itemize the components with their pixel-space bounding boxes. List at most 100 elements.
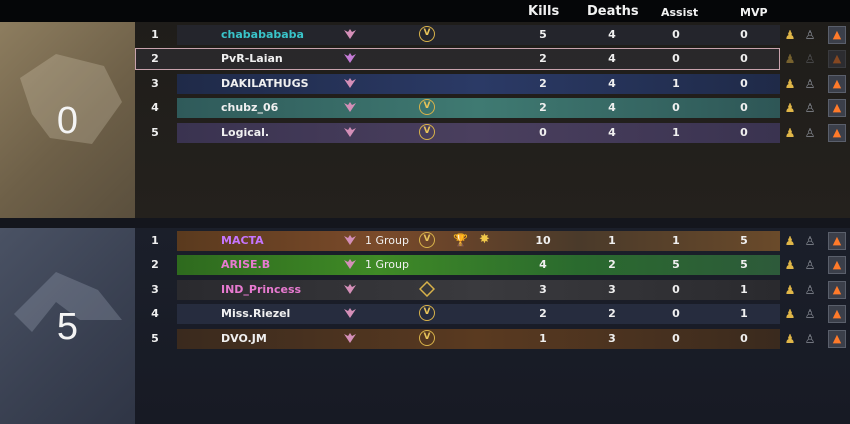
player-deaths: 4 bbox=[608, 52, 616, 65]
diamond-badge-icon bbox=[419, 281, 435, 297]
mvp-header: MVP bbox=[740, 6, 768, 19]
player-kills: 4 bbox=[539, 258, 547, 271]
add-group-icon[interactable]: ♙ bbox=[802, 51, 818, 67]
report-icon[interactable]: ▲ bbox=[828, 330, 846, 348]
player-mvp: 5 bbox=[740, 234, 748, 247]
player-mvp: 0 bbox=[740, 101, 748, 114]
add-friend-icon[interactable]: ♟ bbox=[782, 282, 798, 298]
player-row[interactable]: 4 chubz_06 V 2 4 0 0 bbox=[135, 97, 780, 119]
player-name[interactable]: Miss.Riezel bbox=[221, 307, 290, 320]
player-row-selected[interactable]: 2 PvR-Laian 2 4 0 0 bbox=[135, 48, 780, 70]
team-2-panel: 5 1 MACTA 1 Group V 🏆 ✸ 10 1 1 5 2 ARISE… bbox=[0, 228, 850, 424]
player-kills: 3 bbox=[539, 283, 547, 296]
rank-wings-icon bbox=[344, 29, 356, 39]
team-2-score: 5 bbox=[56, 306, 79, 348]
scoreboard-header: Kills Deaths Assist MVP bbox=[0, 0, 850, 22]
add-friend-icon[interactable]: ♟ bbox=[782, 100, 798, 116]
add-friend-icon[interactable]: ♟ bbox=[782, 257, 798, 273]
player-row[interactable]: 1 chababababa V 5 4 0 0 bbox=[135, 24, 780, 46]
player-rank-number: 5 bbox=[151, 126, 159, 139]
report-icon[interactable]: ▲ bbox=[828, 99, 846, 117]
group-label: 1 Group bbox=[365, 234, 409, 247]
player-assist: 0 bbox=[672, 283, 680, 296]
player-name[interactable]: chababababa bbox=[221, 28, 304, 41]
player-name[interactable]: ARISE.B bbox=[221, 258, 270, 271]
player-mvp: 1 bbox=[740, 307, 748, 320]
player-actions: ♟ ♙ ▲ bbox=[780, 230, 850, 252]
add-friend-icon[interactable]: ♟ bbox=[782, 27, 798, 43]
rank-wings-icon bbox=[344, 333, 356, 343]
player-assist: 1 bbox=[672, 77, 680, 90]
v-badge-icon: V bbox=[419, 99, 435, 115]
player-row[interactable]: 5 Logical. V 0 4 1 0 bbox=[135, 122, 780, 144]
player-actions: ♟ ♙ ▲ bbox=[780, 328, 850, 350]
player-kills: 2 bbox=[539, 77, 547, 90]
player-row[interactable]: 1 MACTA 1 Group V 🏆 ✸ 10 1 1 5 bbox=[135, 230, 780, 252]
player-row[interactable]: 3 DAKILATHUGS 2 4 1 0 bbox=[135, 73, 780, 95]
player-name[interactable]: DVO.JM bbox=[221, 332, 267, 345]
add-group-icon[interactable]: ♙ bbox=[802, 27, 818, 43]
rank-wings-icon bbox=[344, 53, 356, 63]
player-assist: 0 bbox=[672, 307, 680, 320]
kills-header: Kills bbox=[528, 4, 560, 19]
add-friend-icon[interactable]: ♟ bbox=[782, 306, 798, 322]
add-group-icon[interactable]: ♙ bbox=[802, 100, 818, 116]
add-group-icon[interactable]: ♙ bbox=[802, 233, 818, 249]
player-rank-number: 3 bbox=[151, 77, 159, 90]
player-name[interactable]: chubz_06 bbox=[221, 101, 278, 114]
add-group-icon[interactable]: ♙ bbox=[802, 257, 818, 273]
player-row[interactable]: 4 Miss.Riezel V 2 2 0 1 bbox=[135, 303, 780, 325]
player-mvp: 0 bbox=[740, 52, 748, 65]
player-assist: 1 bbox=[672, 234, 680, 247]
player-name[interactable]: IND_Princess bbox=[221, 283, 301, 296]
report-icon[interactable]: ▲ bbox=[828, 281, 846, 299]
player-deaths: 1 bbox=[608, 234, 616, 247]
report-icon[interactable]: ▲ bbox=[828, 305, 846, 323]
report-icon[interactable]: ▲ bbox=[828, 256, 846, 274]
player-row[interactable]: 2 ARISE.B 1 Group 4 2 5 5 bbox=[135, 254, 780, 276]
mvp-star-icon: ✸ bbox=[479, 232, 490, 247]
add-group-icon[interactable]: ♙ bbox=[802, 76, 818, 92]
report-icon[interactable]: ▲ bbox=[828, 50, 846, 68]
player-deaths: 2 bbox=[608, 307, 616, 320]
player-mvp: 0 bbox=[740, 126, 748, 139]
player-assist: 5 bbox=[672, 258, 680, 271]
player-actions: ♟ ♙ ▲ bbox=[780, 24, 850, 46]
player-deaths: 4 bbox=[608, 77, 616, 90]
player-row[interactable]: 5 DVO.JM V 1 3 0 0 bbox=[135, 328, 780, 350]
assist-header: Assist bbox=[661, 6, 699, 19]
player-kills: 2 bbox=[539, 307, 547, 320]
add-friend-icon[interactable]: ♟ bbox=[782, 233, 798, 249]
player-name[interactable]: MACTA bbox=[221, 234, 264, 247]
player-kills: 2 bbox=[539, 52, 547, 65]
add-friend-icon[interactable]: ♟ bbox=[782, 76, 798, 92]
player-mvp: 0 bbox=[740, 332, 748, 345]
player-name[interactable]: DAKILATHUGS bbox=[221, 77, 309, 90]
add-group-icon[interactable]: ♙ bbox=[802, 306, 818, 322]
add-friend-icon[interactable]: ♟ bbox=[782, 125, 798, 141]
player-rank-number: 4 bbox=[151, 101, 159, 114]
player-actions: ♟ ♙ ▲ bbox=[780, 97, 850, 119]
player-deaths: 3 bbox=[608, 283, 616, 296]
team-2-score-panel: 5 bbox=[0, 228, 135, 424]
trophy-icon: 🏆 bbox=[453, 233, 468, 247]
player-deaths: 4 bbox=[608, 101, 616, 114]
report-icon[interactable]: ▲ bbox=[828, 232, 846, 250]
player-mvp: 0 bbox=[740, 28, 748, 41]
player-name[interactable]: Logical. bbox=[221, 126, 269, 139]
player-rank-number: 2 bbox=[151, 258, 159, 271]
player-assist: 0 bbox=[672, 52, 680, 65]
player-deaths: 2 bbox=[608, 258, 616, 271]
rank-wings-icon bbox=[344, 259, 356, 269]
add-group-icon[interactable]: ♙ bbox=[802, 282, 818, 298]
report-icon[interactable]: ▲ bbox=[828, 75, 846, 93]
report-icon[interactable]: ▲ bbox=[828, 124, 846, 142]
player-name[interactable]: PvR-Laian bbox=[221, 52, 283, 65]
add-friend-icon[interactable]: ♟ bbox=[782, 331, 798, 347]
player-row[interactable]: 3 IND_Princess 3 3 0 1 bbox=[135, 279, 780, 301]
player-actions: ♟ ♙ ▲ bbox=[780, 122, 850, 144]
report-icon[interactable]: ▲ bbox=[828, 26, 846, 44]
add-friend-icon[interactable]: ♟ bbox=[782, 51, 798, 67]
add-group-icon[interactable]: ♙ bbox=[802, 331, 818, 347]
add-group-icon[interactable]: ♙ bbox=[802, 125, 818, 141]
